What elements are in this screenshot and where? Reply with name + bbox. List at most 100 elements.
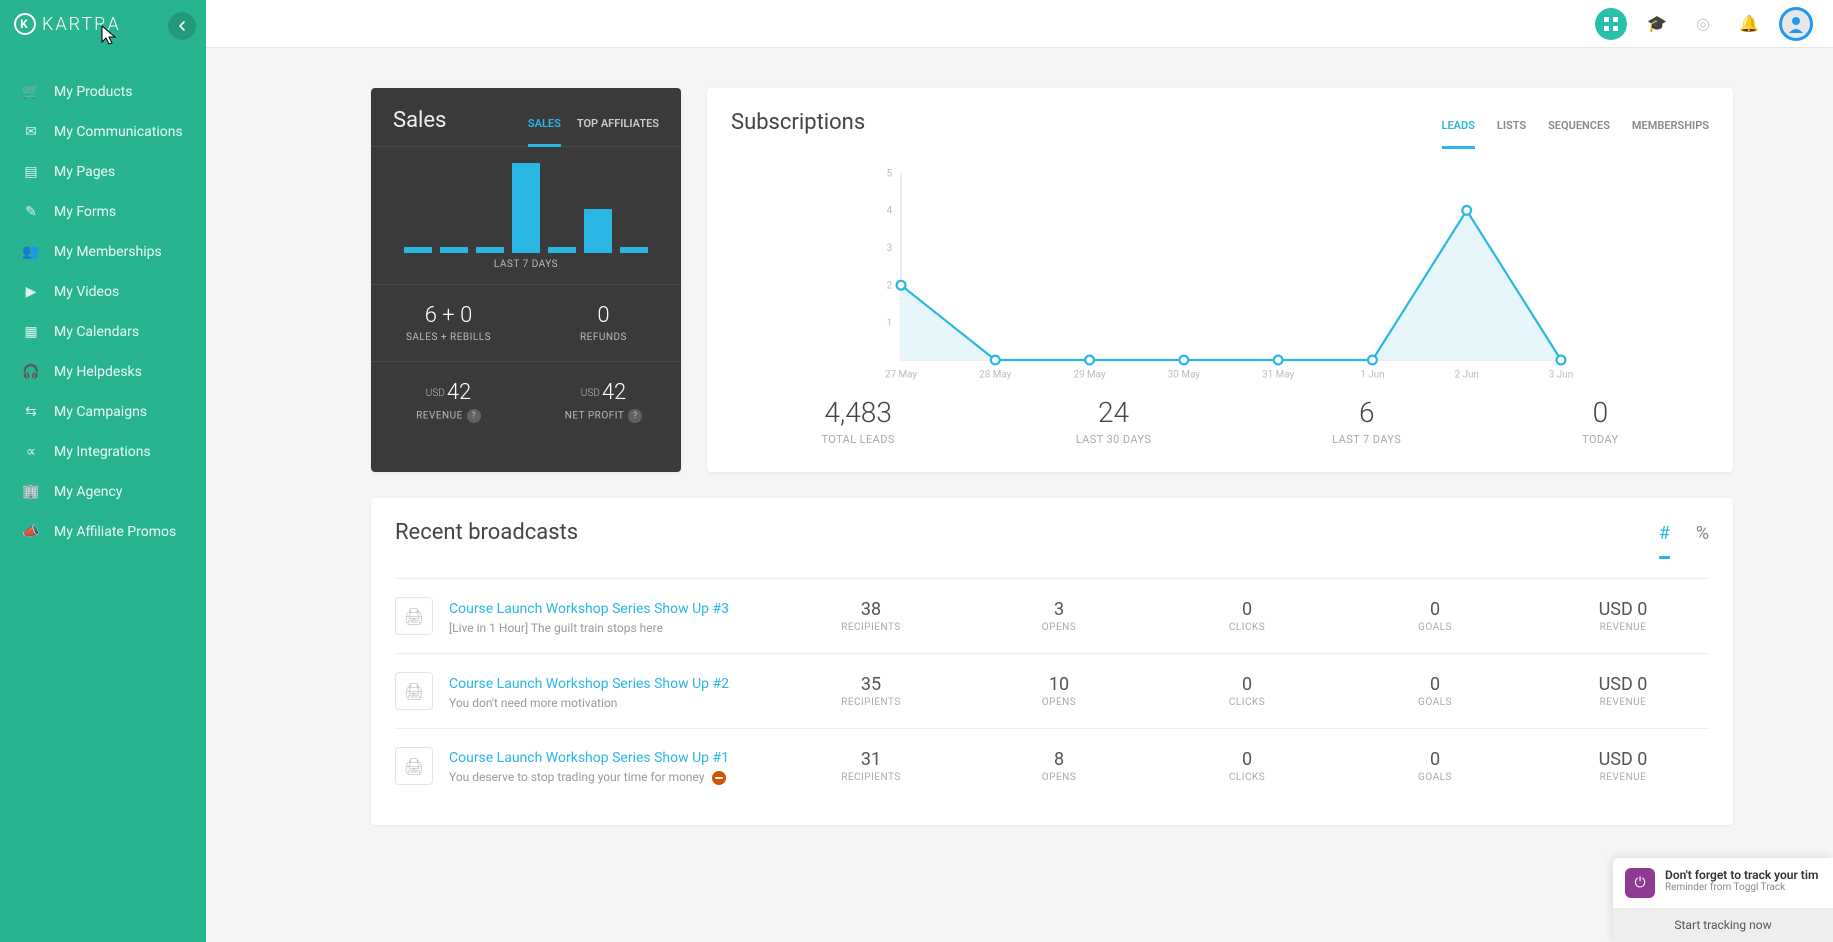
svg-text:4: 4: [887, 206, 893, 217]
currency: USD: [581, 388, 600, 399]
marketplace-button[interactable]: [1595, 8, 1627, 40]
toast-subtitle: Reminder from Toggl Track: [1665, 882, 1818, 893]
help-icon[interactable]: ?: [467, 409, 481, 423]
video-icon: ▶: [22, 284, 40, 300]
sidebar-item-label: My Memberships: [54, 244, 162, 260]
sidebar-item-agency[interactable]: 🏢 My Agency: [0, 472, 206, 512]
svg-text:29 May: 29 May: [1073, 370, 1106, 381]
products-icon: 🛒: [22, 84, 40, 100]
bar: [476, 247, 504, 253]
stat-label: TODAY: [1582, 433, 1618, 446]
stat-label: NET PROFIT: [565, 411, 625, 422]
sidebar-item-label: My Products: [54, 84, 133, 100]
sidebar-item-label: My Affiliate Promos: [54, 524, 176, 540]
pages-icon: ▤: [22, 164, 40, 180]
sidebar-item-pages[interactable]: ▤My Pages: [0, 152, 206, 192]
sidebar-item-label: My Forms: [54, 204, 116, 220]
sidebar-item-label: My Agency: [54, 484, 122, 500]
sidebar-item-label: My Calendars: [54, 324, 139, 340]
academy-button[interactable]: 🎓: [1641, 8, 1673, 40]
subscriptions-title: Subscriptions: [731, 110, 865, 135]
agency-icon: 🏢: [22, 484, 40, 500]
sidebar-item-memberships[interactable]: 👥My Memberships: [0, 232, 206, 272]
affiliate-icon: 📣: [22, 524, 40, 540]
subs-tab-leads[interactable]: LEADS: [1442, 119, 1475, 148]
toast-start-button[interactable]: Start tracking now: [1613, 908, 1833, 942]
sync-button[interactable]: ◎: [1687, 8, 1719, 40]
sales-tab-sales[interactable]: SALES: [528, 117, 561, 146]
help-icon[interactable]: ?: [628, 409, 642, 423]
user-avatar[interactable]: [1779, 7, 1813, 41]
bar: [512, 163, 540, 253]
broadcast-row: 🖨 Course Launch Workshop Series Show Up …: [395, 728, 1709, 803]
subs-tab-lists[interactable]: LISTS: [1497, 119, 1526, 148]
stat-last30: 24LAST 30 DAYS: [1076, 396, 1152, 446]
broadcast-link[interactable]: Course Launch Workshop Series Show Up #2: [449, 676, 729, 692]
subs-tab-memberships[interactable]: MEMBERSHIPS: [1632, 119, 1709, 148]
sidebar-item-affiliate[interactable]: 📣 My Affiliate Promos: [0, 512, 206, 552]
sidebar-item-calendars[interactable]: ▦My Calendars: [0, 312, 206, 352]
sidebar: K KARTRA 🛒 My Products ✉My Communications…: [0, 0, 206, 942]
svg-text:31 May: 31 May: [1262, 370, 1295, 381]
broadcast-row: 🖨 Course Launch Workshop Series Show Up …: [395, 578, 1709, 653]
metric-recipients: 38RECIPIENTS: [785, 599, 957, 633]
broadcast-link[interactable]: Course Launch Workshop Series Show Up #1: [449, 750, 729, 766]
brand-logo: K KARTRA: [14, 13, 121, 35]
svg-text:28 May: 28 May: [979, 370, 1012, 381]
subs-tab-sequences[interactable]: SEQUENCES: [1548, 119, 1610, 148]
sales-chart-label: LAST 7 DAYS: [371, 253, 681, 284]
stat-total-leads: 4,483TOTAL LEADS: [821, 396, 894, 446]
bar: [584, 209, 612, 253]
bar: [548, 247, 576, 253]
svg-text:30 May: 30 May: [1168, 370, 1201, 381]
sidebar-item-label: My Videos: [54, 284, 119, 300]
broadcast-type-icon: 🖨: [395, 747, 433, 785]
metric-opens: 3OPENS: [973, 599, 1145, 633]
broadcasts-card: Recent broadcasts # % 🖨 Course Launch Wo…: [371, 498, 1733, 825]
stat-net-profit: USD42 NET PROFIT?: [526, 362, 681, 441]
sidebar-item-forms[interactable]: ✎ My Forms: [0, 192, 206, 232]
broadcast-link[interactable]: Course Launch Workshop Series Show Up #3: [449, 601, 729, 617]
sidebar-collapse-button[interactable]: [168, 12, 196, 40]
toggl-icon: ⏻: [1625, 868, 1655, 898]
sidebar-item-products[interactable]: 🛒 My Products: [0, 72, 206, 112]
cap-icon: 🎓: [1647, 14, 1667, 33]
sidebar-item-helpdesks[interactable]: 🎧My Helpdesks: [0, 352, 206, 392]
sidebar-item-label: My Helpdesks: [54, 364, 142, 380]
stat-label: REFUNDS: [530, 332, 677, 343]
stat-value: 4,483: [821, 396, 894, 429]
broadcasts-tab-number[interactable]: #: [1659, 523, 1670, 558]
broadcasts-title: Recent broadcasts: [395, 520, 578, 545]
metric-recipients: 35RECIPIENTS: [785, 674, 957, 708]
sales-bar-chart: [371, 147, 681, 253]
broadcasts-tab-percent[interactable]: %: [1696, 523, 1709, 558]
stat-last7: 6LAST 7 DAYS: [1332, 396, 1401, 446]
sidebar-item-communications[interactable]: ✉My Communications: [0, 112, 206, 152]
svg-text:2: 2: [887, 281, 893, 292]
svg-text:27 May: 27 May: [885, 370, 918, 381]
forms-icon: ✎: [22, 204, 40, 220]
toast-title: Don't forget to track your tim: [1665, 868, 1818, 882]
stat-label: LAST 30 DAYS: [1076, 433, 1152, 446]
stat-today: 0TODAY: [1582, 396, 1618, 446]
broadcast-type-icon: 🖨: [395, 672, 433, 710]
sidebar-item-campaigns[interactable]: ⇆ My Campaigns: [0, 392, 206, 432]
sidebar-item-integrations[interactable]: ∝My Integrations: [0, 432, 206, 472]
broadcast-subject: You don't need more motivation: [449, 696, 769, 710]
broadcast-type-icon: 🖨: [395, 597, 433, 635]
bar: [620, 247, 648, 253]
campaigns-icon: ⇆: [22, 404, 40, 420]
stat-value: 6 + 0: [375, 303, 522, 328]
sidebar-item-label: My Campaigns: [54, 404, 147, 420]
chevron-left-icon: [177, 21, 187, 31]
brand-text: KARTRA: [42, 14, 121, 35]
sidebar-item-videos[interactable]: ▶ My Videos: [0, 272, 206, 312]
bar: [440, 247, 468, 253]
sales-tab-affiliates[interactable]: TOP AFFILIATES: [577, 117, 659, 146]
toggl-toast: ⏻ Don't forget to track your tim Reminde…: [1613, 858, 1833, 942]
user-icon: [1787, 15, 1805, 33]
metric-opens: 10OPENS: [973, 674, 1145, 708]
metric-revenue: USD 0REVENUE: [1537, 749, 1709, 783]
notifications-button[interactable]: 🔔: [1733, 8, 1765, 40]
stat-value: 42: [447, 380, 471, 405]
